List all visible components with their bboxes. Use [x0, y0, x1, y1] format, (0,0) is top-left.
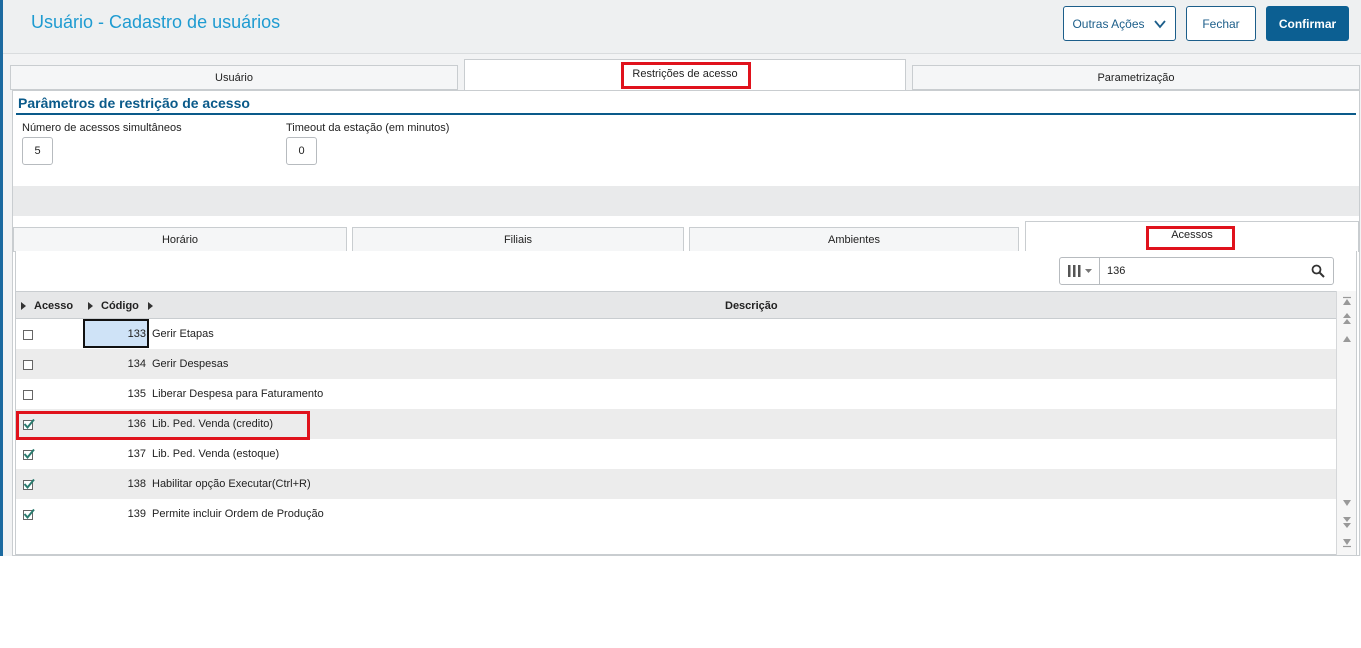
- table-row[interactable]: 135 Liberar Despesa para Faturamento: [16, 379, 1338, 409]
- access-checkbox[interactable]: [23, 330, 33, 340]
- scroll-bottom-icon[interactable]: [1339, 535, 1354, 550]
- timeout-input[interactable]: 0: [286, 137, 317, 165]
- page-title: Usuário - Cadastro de usuários: [31, 12, 281, 32]
- restricoes-panel: Parâmetros de restrição de acesso Número…: [12, 90, 1360, 556]
- header-bar: Usuário - Cadastro de usuários Outras Aç…: [3, 0, 1361, 54]
- access-checkbox[interactable]: [23, 478, 35, 490]
- confirmar-button[interactable]: Confirmar: [1266, 6, 1349, 41]
- access-checkbox[interactable]: [23, 448, 35, 460]
- row-desc: Liberar Despesa para Faturamento: [152, 388, 324, 400]
- col-descricao[interactable]: Descrição: [725, 300, 778, 312]
- row-code: 134: [127, 358, 146, 370]
- outras-acoes-button[interactable]: Outras Ações: [1063, 6, 1176, 41]
- row-code: 133: [127, 328, 146, 340]
- table-row[interactable]: 134 Gerir Despesas: [16, 349, 1338, 379]
- col-acesso-label: Acesso: [34, 300, 74, 312]
- sort-icon: [21, 302, 26, 310]
- chevron-down-icon: [1154, 20, 1166, 29]
- tab-horario[interactable]: Horário: [13, 227, 347, 252]
- access-checkbox[interactable]: [23, 360, 33, 370]
- app-window: Usuário - Cadastro de usuários Outras Aç…: [0, 0, 1361, 556]
- col-descricao-label: Descrição: [725, 300, 778, 312]
- tab-parametrizacao[interactable]: Parametrização: [912, 65, 1360, 90]
- row-desc: Gerir Etapas: [152, 328, 214, 340]
- sub-tabs: Horário Filiais Ambientes Acessos: [13, 221, 1359, 253]
- table-row[interactable]: 138 Habilitar opção Executar(Ctrl+R): [16, 469, 1338, 499]
- main-tabs: Usuário Restrições de acesso Parametriza…: [10, 59, 1360, 91]
- row-code: 135: [127, 388, 146, 400]
- sort-icon: [88, 302, 93, 310]
- row-desc: Habilitar opção Executar(Ctrl+R): [152, 478, 311, 490]
- highlight-box: [621, 62, 751, 89]
- tab-filiais[interactable]: Filiais: [352, 227, 684, 252]
- col-acesso[interactable]: Acesso: [21, 300, 73, 312]
- acessos-simultaneos-label: Número de acessos simultâneos: [22, 122, 182, 134]
- outras-acoes-label: Outras Ações: [1072, 16, 1145, 31]
- scroll-down-icon[interactable]: [1339, 495, 1354, 510]
- scroll-page-up-icon[interactable]: [1339, 311, 1354, 326]
- section-title: Parâmetros de restrição de acesso: [18, 95, 250, 111]
- table-row[interactable]: 137 Lib. Ped. Venda (estoque): [16, 439, 1338, 469]
- scroll-up-icon[interactable]: [1339, 331, 1354, 346]
- acessos-simultaneos-input[interactable]: 5: [22, 137, 53, 165]
- sort-icon: [147, 302, 153, 310]
- acessos-grid: 136 Acesso Código Descrição 133 Gerir Et…: [15, 251, 1357, 555]
- row-desc: Lib. Ped. Venda (estoque): [152, 448, 280, 460]
- row-desc: Gerir Despesas: [152, 358, 229, 370]
- timeout-label: Timeout da estação (em minutos): [286, 122, 450, 134]
- access-checkbox[interactable]: [23, 390, 33, 400]
- check-icon: [23, 508, 35, 520]
- grid-header: Acesso Código Descrição: [16, 291, 1338, 319]
- tab-ambientes[interactable]: Ambientes: [689, 227, 1019, 252]
- table-row[interactable]: 133 Gerir Etapas: [16, 319, 1338, 349]
- column-selector[interactable]: [1060, 258, 1100, 284]
- columns-icon: [1067, 265, 1092, 277]
- search-icon[interactable]: [1311, 264, 1325, 278]
- access-checkbox[interactable]: [23, 508, 35, 520]
- row-code: 139: [127, 508, 146, 520]
- scroll-top-icon[interactable]: [1339, 293, 1354, 308]
- col-codigo-label: Código: [101, 300, 139, 312]
- section-divider: [16, 113, 1356, 115]
- table-row[interactable]: 139 Permite incluir Ordem de Produção: [16, 499, 1338, 529]
- row-desc: Permite incluir Ordem de Produção: [152, 508, 324, 520]
- separator-band: [13, 186, 1359, 216]
- check-icon: [23, 448, 35, 460]
- scroll-page-down-icon[interactable]: [1339, 515, 1354, 530]
- row-code: 138: [127, 478, 146, 490]
- col-codigo[interactable]: Código: [88, 300, 161, 312]
- search-input[interactable]: 136: [1107, 265, 1125, 277]
- highlight-box: [16, 411, 310, 440]
- fechar-button[interactable]: Fechar: [1186, 6, 1256, 41]
- grid-scrollbar[interactable]: [1336, 291, 1356, 555]
- row-code: 137: [127, 448, 146, 460]
- check-icon: [23, 478, 35, 490]
- tab-usuario[interactable]: Usuário: [10, 65, 458, 90]
- highlight-box: [1146, 226, 1235, 250]
- search-field[interactable]: 136: [1059, 257, 1334, 285]
